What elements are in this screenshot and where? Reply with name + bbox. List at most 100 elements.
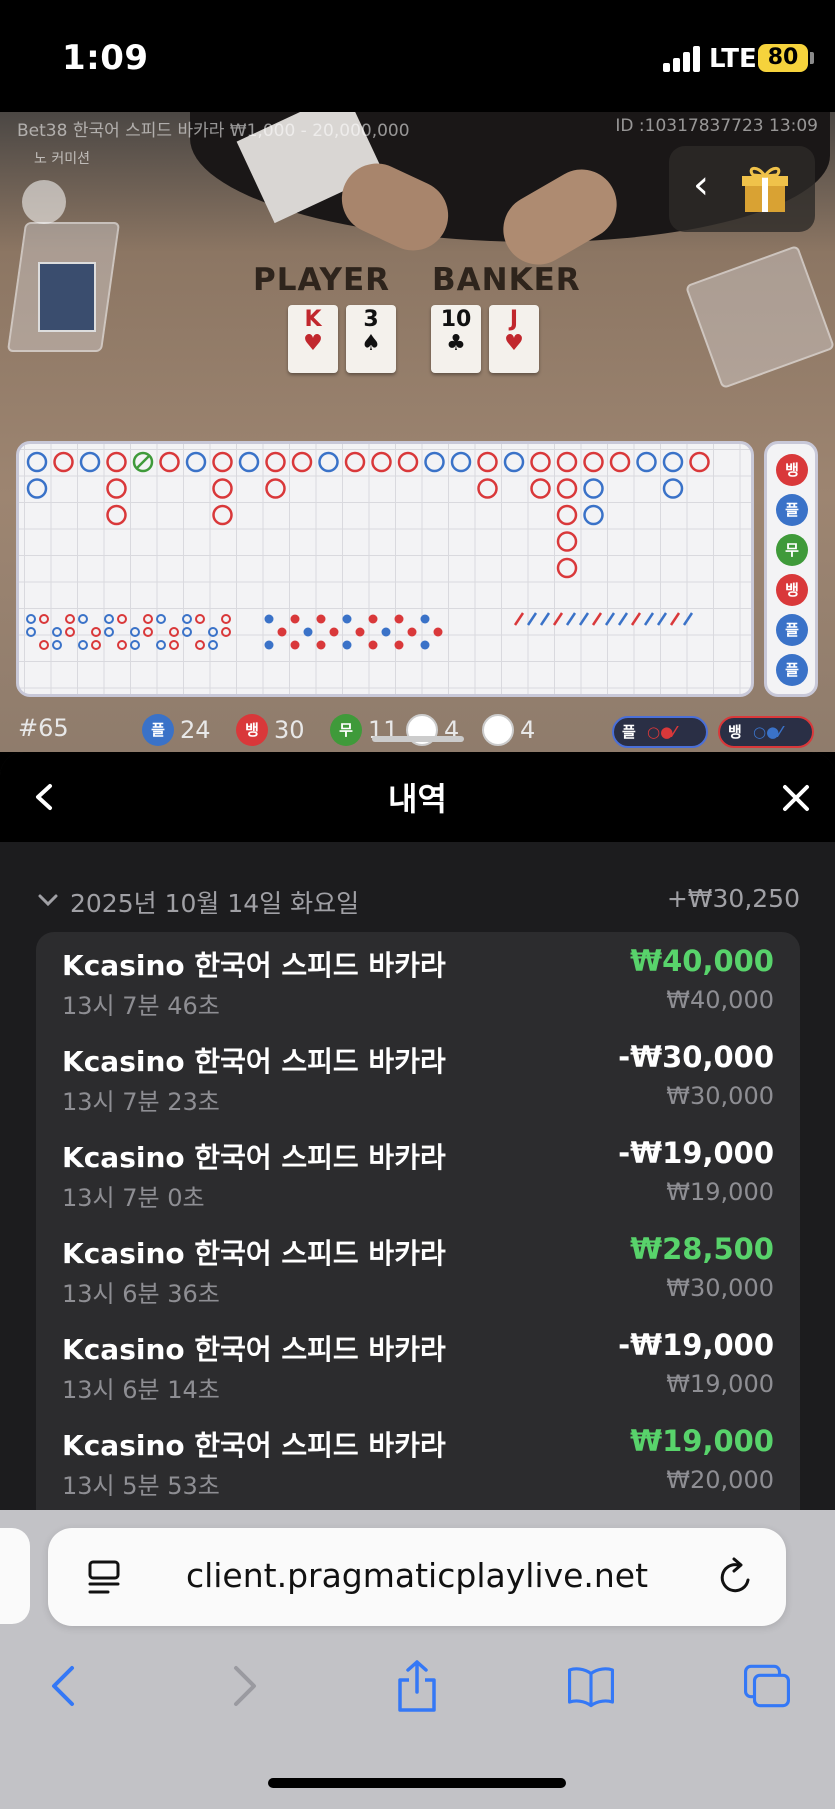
derived-road-dot — [329, 627, 339, 637]
derived-road-slash — [539, 612, 551, 626]
stats-bar: #65 플 24 뱅 30 무 11 4 4 — [0, 708, 835, 756]
derived-road-dot — [290, 614, 300, 624]
history-result: -₩19,000 — [618, 1136, 774, 1170]
derived-road-mark — [78, 640, 88, 650]
back-nav-icon[interactable] — [40, 1658, 90, 1714]
predict-marks-icon: ○●⁄ — [647, 723, 676, 741]
derived-road-slash — [591, 612, 603, 626]
derived-road-dot — [394, 614, 404, 624]
share-icon[interactable] — [392, 1658, 442, 1714]
side-chip: 뱅 — [776, 574, 808, 606]
derived-road-slash — [656, 612, 668, 626]
history-row[interactable]: Kcasino 한국어 스피드 바카라 13시 6분 14초 -₩19,000 ₩19… — [62, 1328, 774, 1424]
banker-card-2: J ♥ — [489, 305, 539, 373]
chevron-down-icon — [38, 894, 58, 907]
derived-road-mark — [39, 614, 49, 624]
history-bet-amount: ₩19,000 — [666, 1370, 774, 1398]
card-rank: 10 — [440, 307, 472, 332]
road-mark — [662, 478, 684, 499]
history-bet-amount: ₩20,000 — [666, 1466, 774, 1494]
derived-road-mark — [130, 640, 140, 650]
road-mark — [159, 451, 180, 473]
derived-road-slash — [552, 612, 564, 626]
derived-road-mark — [182, 614, 192, 624]
previous-tab[interactable] — [0, 1528, 30, 1624]
card-suit: ♠ — [361, 331, 381, 357]
road-mark — [689, 451, 710, 473]
player-stat: 플 24 — [142, 714, 211, 746]
history-row[interactable]: Kcasino 한국어 스피드 바카라 13시 7분 46초 ₩40,000 ₩40,… — [62, 944, 774, 1040]
forward-nav-icon[interactable] — [218, 1658, 268, 1714]
road-mark — [238, 451, 260, 473]
chevron-left-icon: ‹ — [693, 162, 709, 208]
banker-pair-stat: 4 — [482, 714, 535, 746]
derived-road-dot — [264, 614, 274, 624]
derived-road-mark — [78, 614, 88, 624]
road-mark — [344, 451, 366, 473]
date-label: 2025년 10월 14일 화요일 — [70, 889, 360, 918]
no-commission-label: 노 커미션 — [34, 151, 90, 167]
banker-chip: 뱅 — [236, 714, 268, 746]
road-mark — [662, 451, 684, 473]
road-mark — [636, 451, 657, 473]
history-row[interactable]: Kcasino 한국어 스피드 바카라 13시 5분 53초 ₩19,000 ₩20,… — [62, 1424, 774, 1512]
address-bar[interactable]: client.pragmaticplaylive.net — [48, 1528, 786, 1626]
drag-handle[interactable] — [372, 736, 464, 742]
game-id: ID :10317837723 13:09 — [615, 116, 818, 136]
card-suit: ♥ — [303, 331, 323, 357]
derived-road-mark — [195, 614, 205, 624]
derived-road-mark — [91, 640, 101, 650]
derived-road-dot — [433, 627, 443, 637]
derived-road-dot — [342, 640, 352, 650]
tabs-icon[interactable] — [742, 1658, 792, 1714]
derived-road-mark — [221, 614, 231, 624]
history-game-name: Kcasino 한국어 스피드 바카라 — [62, 1141, 446, 1174]
predict-banker-button[interactable]: 뱅 ○●⁄ — [718, 716, 814, 748]
derived-road-mark — [65, 627, 75, 637]
road-mark — [26, 451, 48, 473]
derived-road-dot — [394, 640, 404, 650]
predict-player-button[interactable]: 플 ○●⁄ — [612, 716, 708, 748]
history-game-name: Kcasino 한국어 스피드 바카라 — [62, 1045, 446, 1078]
history-row[interactable]: Kcasino 한국어 스피드 바카라 13시 7분 23초 -₩30,000 ₩30… — [62, 1040, 774, 1136]
derived-road-dot — [290, 640, 300, 650]
derived-road-slash — [565, 612, 577, 626]
banker-label: BANKER — [432, 262, 581, 298]
shoe-cards — [38, 262, 96, 332]
history-list: Kcasino 한국어 스피드 바카라 13시 7분 46초 ₩40,000 ₩40,… — [36, 932, 800, 1512]
history-row[interactable]: Kcasino 한국어 스피드 바카라 13시 7분 0초 -₩19,000 ₩19,… — [62, 1136, 774, 1232]
sheet-header: 내역 — [0, 752, 835, 842]
derived-road-mark — [26, 627, 36, 637]
home-indicator — [268, 1778, 566, 1788]
gift-button[interactable]: ‹ — [669, 146, 815, 232]
derived-road-mark — [208, 640, 218, 650]
side-chip: 플 — [776, 614, 808, 646]
date-group-header[interactable]: 2025년 10월 14일 화요일 +₩30,250 — [36, 884, 800, 924]
road-mark — [556, 531, 578, 552]
road-mark — [26, 478, 48, 499]
side-chip: 플 — [776, 654, 808, 686]
derived-road-dot — [264, 640, 274, 650]
derived-road-mark — [143, 627, 153, 637]
banker-card-1: 10 ♣ — [431, 305, 481, 373]
history-sheet: 내역 2025년 10월 14일 화요일 +₩30,250 Kcasino 한국… — [0, 752, 835, 1512]
derived-road-mark — [143, 614, 153, 624]
player-count: 24 — [180, 716, 211, 744]
status-time: 1:09 — [62, 38, 149, 78]
history-game-name: Kcasino 한국어 스피드 바카라 — [62, 1333, 446, 1366]
close-icon[interactable] — [780, 782, 812, 814]
tie-chip: 무 — [330, 714, 362, 746]
history-row[interactable]: Kcasino 한국어 스피드 바카라 13시 6분 36초 ₩28,500 ₩30,… — [62, 1232, 774, 1328]
bookmarks-icon[interactable] — [566, 1658, 616, 1714]
road-mark — [530, 478, 551, 499]
history-result: ₩28,500 — [630, 1232, 774, 1266]
derived-road-dot — [277, 627, 287, 637]
player-card-1: K ♥ — [288, 305, 338, 373]
history-result: ₩40,000 — [630, 944, 774, 978]
reload-icon[interactable] — [716, 1556, 756, 1598]
derived-road-mark — [221, 627, 231, 637]
road-mark — [556, 557, 578, 579]
banker-count: 30 — [274, 716, 305, 744]
road-mark — [450, 451, 472, 473]
derived-road-slash — [669, 612, 681, 626]
